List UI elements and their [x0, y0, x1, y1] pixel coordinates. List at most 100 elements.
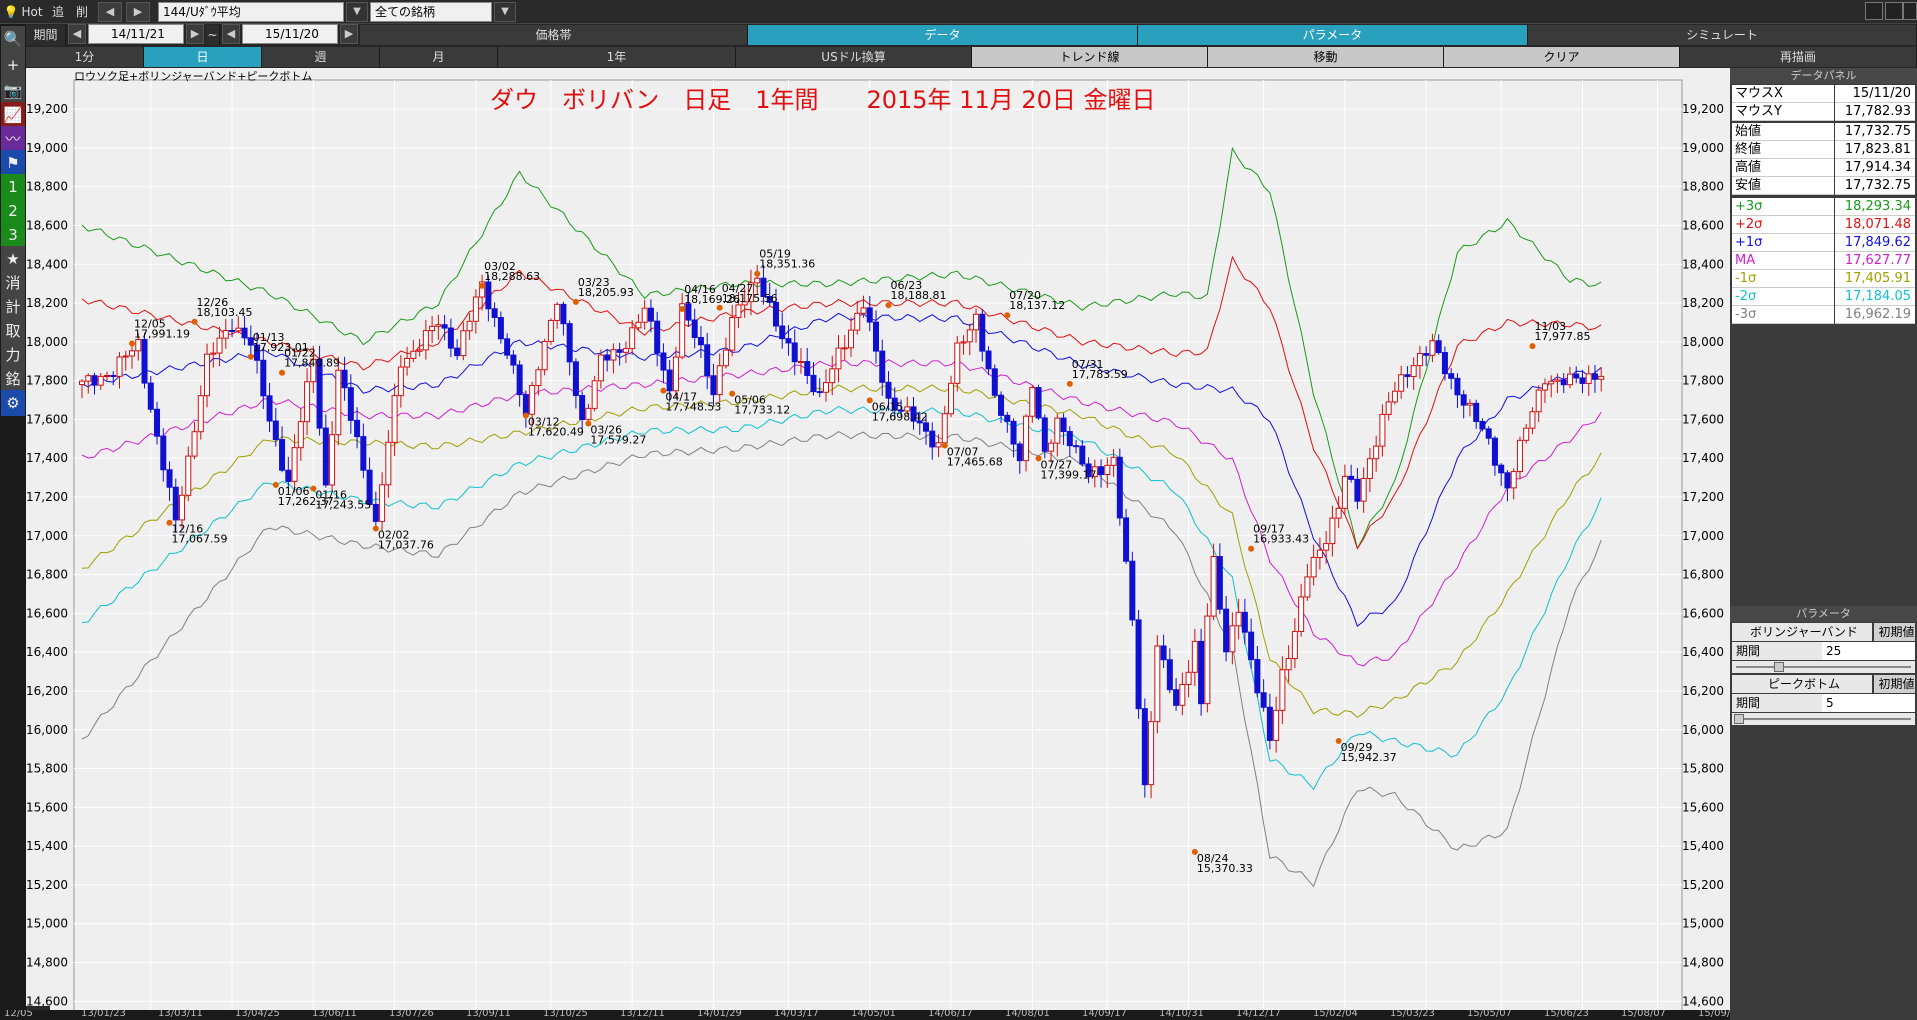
pb-period-slider[interactable]	[1732, 713, 1915, 725]
tab-redraw[interactable]: 再描画	[1680, 47, 1917, 67]
two-icon[interactable]: 2	[1, 198, 25, 224]
tab-usd[interactable]: USドル換算	[736, 47, 972, 67]
candle-body	[1479, 420, 1486, 430]
candle-body	[391, 395, 398, 443]
pb-reset-button[interactable]: 初期値	[1874, 675, 1915, 693]
candle-body	[454, 347, 461, 357]
bb-label: ボリンジャーバンド	[1732, 623, 1872, 641]
candle-body	[172, 486, 179, 521]
long-range-axis[interactable]: 12/05 13/01/23 13/03/11 13/04/25 13/06/11 13/…	[0, 1010, 1917, 1020]
long-axis-label: 13/12/11	[620, 1010, 665, 1019]
line-chart-icon[interactable]: 📈	[1, 102, 25, 128]
next-icon[interactable]: ▶	[126, 2, 150, 22]
add-button[interactable]: 追	[48, 2, 68, 22]
hot-button[interactable]: Hot	[20, 2, 44, 22]
tab-simulate[interactable]: シミュレート	[1528, 25, 1917, 45]
to-date-field[interactable]: 15/11/20	[242, 24, 338, 44]
candle-body	[1216, 556, 1223, 610]
bb-slider-handle[interactable]	[1774, 662, 1784, 672]
to-prev-icon[interactable]: ◀	[222, 24, 240, 44]
bb-period-input[interactable]: 25	[1822, 642, 1915, 660]
tab-price-zone[interactable]: 価格帯	[360, 25, 748, 45]
tab-clear[interactable]: クリア	[1444, 47, 1680, 67]
candle-body	[541, 340, 548, 371]
y-tick-label: 17,000	[26, 529, 68, 543]
camera-icon[interactable]: 📷	[1, 78, 25, 104]
minimize-icon[interactable]	[1865, 2, 1883, 20]
y-tick-label: 19,000	[1682, 141, 1724, 155]
peak-value-label: 18,137.12	[1009, 299, 1065, 312]
get-icon[interactable]: 取	[1, 318, 25, 344]
tab-month[interactable]: 月	[380, 47, 498, 67]
long-axis-label: 14/03/17	[774, 1010, 819, 1019]
indicator-icon[interactable]: 〰	[1, 126, 25, 152]
candle-body	[1004, 414, 1011, 422]
data-panel-label: 始値	[1732, 123, 1834, 141]
to-next-icon[interactable]: ▶	[340, 24, 358, 44]
y-tick-label: 16,600	[1682, 606, 1724, 620]
save-icon[interactable]: 計	[1, 294, 25, 320]
y-tick-label: 17,600	[1682, 412, 1724, 426]
pb-slider-handle[interactable]	[1734, 714, 1744, 724]
tab-data[interactable]: データ	[748, 25, 1138, 45]
y-tick-label: 18,400	[1682, 257, 1724, 271]
one-icon[interactable]: 1	[1, 174, 25, 200]
tab-move[interactable]: 移動	[1208, 47, 1444, 67]
peak-marker	[754, 270, 761, 277]
pb-period-input[interactable]: 5	[1822, 694, 1915, 712]
prev-icon[interactable]: ◀	[98, 2, 122, 22]
three-icon[interactable]: 3	[1, 222, 25, 248]
close-icon[interactable]	[1903, 2, 1917, 20]
candle-body	[1048, 442, 1055, 452]
candle	[541, 338, 548, 376]
data-panel-label: +3σ	[1732, 198, 1834, 216]
gear-icon[interactable]: ⚙	[1, 390, 25, 416]
y-tick-label: 16,400	[1682, 645, 1724, 659]
erase-icon[interactable]: 消	[1, 270, 25, 296]
tab-1min[interactable]: 1分	[26, 47, 144, 67]
symbol-field[interactable]: 144/Uﾀﾞｳ平均	[158, 2, 344, 22]
peak-marker	[191, 318, 198, 325]
y-tick-label: 17,800	[26, 374, 68, 388]
tab-trendline[interactable]: トレンド線	[972, 47, 1208, 67]
candle-body	[429, 325, 436, 332]
tab-parameter[interactable]: パラメータ	[1138, 25, 1528, 45]
from-date-field[interactable]: 14/11/21	[88, 24, 184, 44]
y-tick-label: 15,600	[26, 800, 68, 814]
tab-1year[interactable]: 1年	[498, 47, 736, 67]
star-icon[interactable]: ★	[1, 246, 25, 272]
symbol-dropdown-icon[interactable]: ▼	[346, 2, 368, 22]
bulb-icon[interactable]: 💡	[2, 2, 20, 22]
peak-value-label: 18,205.93	[578, 286, 634, 299]
flag-icon[interactable]: ⚑	[1, 150, 25, 176]
from-next-icon[interactable]: ▶	[186, 24, 204, 44]
candle-body	[472, 296, 479, 322]
candle-body	[810, 374, 817, 393]
candle	[141, 332, 148, 389]
candlestick-chart[interactable]: 12/0517,991.1912/2618,103.4501/1317,923.…	[26, 68, 1730, 1020]
candle	[335, 356, 342, 446]
universe-field[interactable]: 全ての銘柄	[370, 2, 492, 22]
plus-icon[interactable]: +	[1, 52, 25, 78]
maximize-icon[interactable]	[1885, 2, 1903, 20]
data-panel-value: 17,823.81	[1835, 141, 1915, 159]
candle-body	[179, 494, 186, 521]
bb-reset-button[interactable]: 初期値	[1874, 623, 1915, 641]
candle-body	[110, 375, 117, 378]
search-icon[interactable]: 🔍	[1, 26, 25, 52]
candle-body	[216, 337, 223, 354]
power-icon[interactable]: 力	[1, 342, 25, 368]
delete-button[interactable]: 削	[72, 2, 92, 22]
from-prev-icon[interactable]: ◀	[68, 24, 86, 44]
bb-period-slider[interactable]	[1732, 661, 1915, 673]
y-tick-label: 16,200	[26, 684, 68, 698]
y-tick-label: 18,200	[1682, 296, 1724, 310]
tab-day[interactable]: 日	[144, 47, 262, 67]
y-tick-label: 16,400	[26, 645, 68, 659]
ticker-icon[interactable]: 銘	[1, 366, 25, 392]
tab-week[interactable]: 週	[262, 47, 380, 67]
chart-area[interactable]: 12/05 17,991.19 12/26 18,103.45 01/13 17,923.…	[26, 68, 1730, 1020]
y-tick-label: 18,000	[1682, 335, 1724, 349]
universe-dropdown-icon[interactable]: ▼	[494, 2, 516, 22]
data-panel-label: マウスY	[1732, 103, 1834, 121]
